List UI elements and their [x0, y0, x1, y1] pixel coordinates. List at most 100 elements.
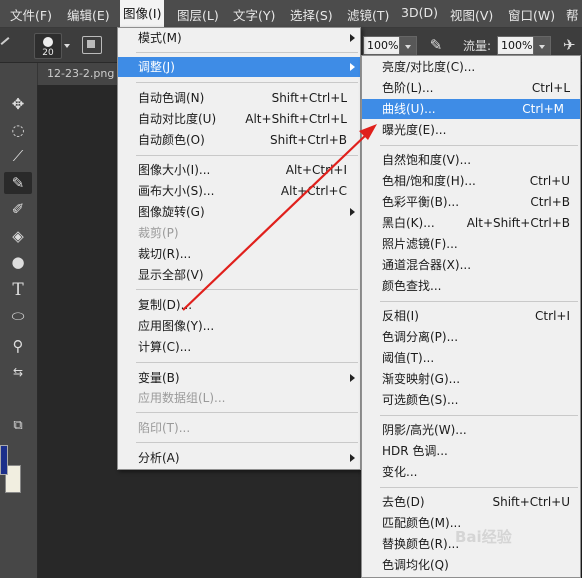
menu-item-label: 照片滤镜(F)...: [382, 237, 458, 251]
menu-item-label: 反相(I): [382, 309, 419, 323]
menu-item-crop: 裁剪(P): [138, 223, 347, 243]
zoom-tool-icon[interactable]: ⚲: [4, 335, 32, 357]
menu-item-variables[interactable]: 变量(B): [118, 368, 360, 388]
menu-help[interactable]: 帮: [566, 5, 579, 24]
menu-item-image-rotation[interactable]: 图像旋转(G): [118, 202, 360, 222]
quick-selection-tool-icon[interactable]: ◌: [4, 119, 32, 141]
chevron-down-icon[interactable]: [64, 44, 70, 48]
menu-separator: [136, 442, 358, 443]
flow-field[interactable]: 100%: [497, 36, 535, 55]
document-tab[interactable]: 12-23-2.png: [38, 63, 127, 85]
menu-item-label: 阈值(T)...: [382, 351, 435, 365]
menu-item-label: 渐变映射(G)...: [382, 372, 461, 386]
menu-item-trap: 陷印(T)...: [138, 418, 347, 438]
paint-bucket-tool-icon[interactable]: ◈: [4, 225, 32, 247]
opacity-field[interactable]: 100%: [363, 36, 401, 55]
menu-item-label: 去色(D): [382, 495, 425, 509]
menu-3d[interactable]: 3D(D): [401, 5, 438, 20]
menu-item-vibrance[interactable]: 自然饱和度(V)...: [382, 150, 570, 170]
menu-item-color-lookup[interactable]: 颜色查找...: [382, 276, 570, 296]
brush-tool-icon: [0, 37, 10, 45]
submenu-arrow-icon: [350, 374, 355, 382]
menu-item-black-white[interactable]: 黑白(K)... Alt+Shift+Ctrl+B: [382, 213, 570, 233]
adjustments-submenu: 亮度/对比度(C)... 色阶(L)... Ctrl+L 曲线(U)... Ct…: [361, 55, 581, 578]
menu-item-apply-image[interactable]: 应用图像(Y)...: [138, 316, 347, 336]
brush-panel-toggle-icon[interactable]: [82, 36, 102, 54]
menu-view[interactable]: 视图(V): [450, 5, 493, 24]
menu-item-label: 曲线(U)...: [382, 102, 436, 116]
menu-item-auto-contrast[interactable]: 自动对比度(U) Alt+Shift+Ctrl+L: [138, 109, 347, 129]
menu-item-exposure[interactable]: 曝光度(E)...: [382, 120, 570, 140]
menu-item-adjustments[interactable]: 调整(J): [118, 57, 360, 77]
menu-item-apply-data-set: 应用数据组(L)...: [138, 388, 347, 408]
menu-separator: [136, 52, 358, 53]
menu-item-calculations[interactable]: 计算(C)...: [138, 337, 347, 357]
menu-item-variations[interactable]: 变化...: [382, 462, 570, 482]
menu-item-brightness-contrast[interactable]: 亮度/对比度(C)...: [382, 57, 570, 77]
brush-preset-picker[interactable]: 20: [34, 33, 62, 59]
menu-item-label: 可选颜色(S)...: [382, 393, 459, 407]
menu-item-shortcut: Alt+Shift+Ctrl+L: [245, 112, 347, 126]
menu-item-auto-tone[interactable]: 自动色调(N) Shift+Ctrl+L: [138, 88, 347, 108]
menu-item-label: 色相/饱和度(H)...: [382, 174, 476, 188]
menu-item-mode[interactable]: 模式(M): [118, 28, 360, 48]
menu-item-label: 亮度/对比度(C)...: [382, 60, 476, 74]
menu-item-label: 颜色查找...: [382, 279, 442, 293]
menu-item-curves[interactable]: 曲线(U)... Ctrl+M: [362, 99, 580, 119]
screen-mode-icon[interactable]: ⧉: [4, 415, 32, 437]
menu-item-label: 应用数据组(L)...: [138, 391, 226, 405]
menu-window[interactable]: 窗口(W): [508, 5, 555, 24]
menu-item-desaturate[interactable]: 去色(D) Shift+Ctrl+U: [382, 492, 570, 512]
menu-item-posterize[interactable]: 色调分离(P)...: [382, 327, 570, 347]
image-menu: 模式(M) 调整(J) 自动色调(N) Shift+Ctrl+L 自动对比度(U…: [117, 27, 361, 470]
menu-item-threshold[interactable]: 阈值(T)...: [382, 348, 570, 368]
pressure-opacity-icon[interactable]: ✎: [427, 36, 445, 54]
menu-item-invert[interactable]: 反相(I) Ctrl+I: [382, 306, 570, 326]
menu-item-photo-filter[interactable]: 照片滤镜(F)...: [382, 234, 570, 254]
flow-dropdown[interactable]: [533, 36, 551, 57]
menu-select[interactable]: 选择(S): [290, 5, 333, 24]
airbrush-icon[interactable]: ✈: [563, 36, 581, 54]
menu-item-label: 自动颜色(O): [138, 133, 205, 147]
menu-item-hue-saturation[interactable]: 色相/饱和度(H)... Ctrl+U: [382, 171, 570, 191]
menu-item-label: 模式(M): [138, 31, 182, 45]
menu-type[interactable]: 文字(Y): [233, 5, 275, 24]
type-tool-icon[interactable]: T: [4, 279, 32, 301]
menu-item-label: 变量(B): [138, 371, 180, 385]
ellipse-tool-icon[interactable]: ⬭: [4, 305, 32, 327]
menu-item-label: 显示全部(V): [138, 268, 204, 282]
history-brush-tool-icon[interactable]: ✐: [4, 198, 32, 220]
menu-item-label: 裁切(R)...: [138, 247, 192, 261]
menu-item-reveal-all[interactable]: 显示全部(V): [138, 265, 347, 285]
menu-item-canvas-size[interactable]: 画布大小(S)... Alt+Ctrl+C: [138, 181, 347, 201]
menu-item-levels[interactable]: 色阶(L)... Ctrl+L: [382, 78, 570, 98]
menu-item-equalize[interactable]: 色调均化(Q): [382, 555, 570, 575]
foreground-color-swatch[interactable]: [0, 445, 8, 475]
menu-edit[interactable]: 编辑(E): [67, 5, 110, 24]
menu-item-label: 复制(D)...: [138, 298, 193, 312]
menu-item-image-size[interactable]: 图像大小(I)... Alt+Ctrl+I: [138, 160, 347, 180]
eyedropper-tool-icon[interactable]: ⟋: [4, 145, 32, 167]
move-tool-icon[interactable]: ✥: [4, 93, 32, 115]
brush-tool-icon[interactable]: ✎: [4, 172, 32, 194]
menu-item-label: 应用图像(Y)...: [138, 319, 215, 333]
opacity-dropdown[interactable]: [399, 36, 417, 57]
submenu-arrow-icon: [350, 63, 355, 71]
menu-image[interactable]: 图像(I): [120, 0, 165, 27]
dodge-tool-icon[interactable]: ●: [4, 251, 32, 273]
menu-item-color-balance[interactable]: 色彩平衡(B)... Ctrl+B: [382, 192, 570, 212]
menu-item-channel-mixer[interactable]: 通道混合器(X)...: [382, 255, 570, 275]
menu-item-hdr-toning[interactable]: HDR 色调...: [382, 441, 570, 461]
menu-layer[interactable]: 图层(L): [177, 5, 219, 24]
menu-item-trim[interactable]: 裁切(R)...: [138, 244, 347, 264]
menu-item-label: 自然饱和度(V)...: [382, 153, 472, 167]
menu-item-selective-color[interactable]: 可选颜色(S)...: [382, 390, 570, 410]
swap-colors-icon[interactable]: ⇆: [4, 361, 32, 383]
menu-filter[interactable]: 滤镜(T): [347, 5, 389, 24]
menu-item-duplicate[interactable]: 复制(D)...: [138, 295, 347, 315]
menu-item-auto-color[interactable]: 自动颜色(O) Shift+Ctrl+B: [138, 130, 347, 150]
menu-file[interactable]: 文件(F): [10, 5, 52, 24]
menu-item-gradient-map[interactable]: 渐变映射(G)...: [382, 369, 570, 389]
menu-item-shadows-highlights[interactable]: 阴影/高光(W)...: [382, 420, 570, 440]
menu-item-analysis[interactable]: 分析(A): [118, 448, 360, 468]
